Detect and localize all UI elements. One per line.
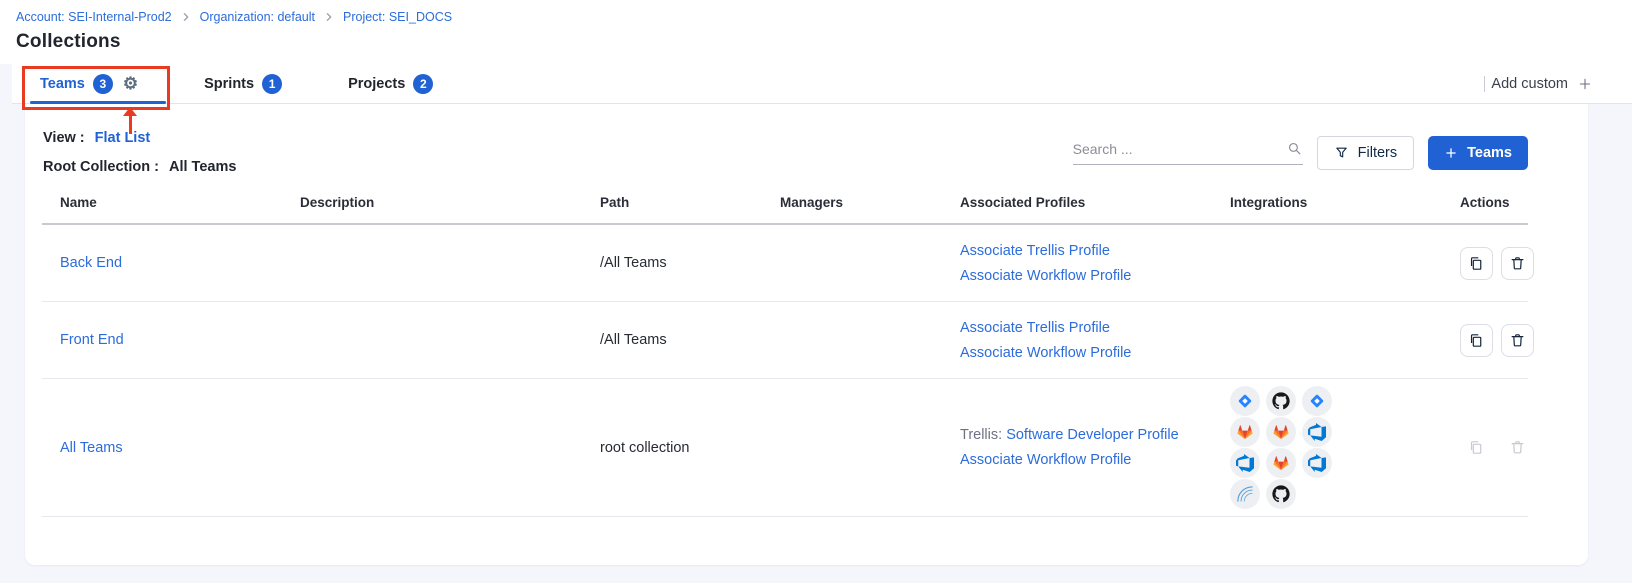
- collection-name-link[interactable]: Front End: [60, 332, 124, 348]
- column-header-description: Description: [282, 195, 582, 210]
- trellis-profile-link[interactable]: Software Developer Profile: [1006, 427, 1178, 443]
- collections-card: View : Flat List Root Collection : All T…: [25, 104, 1588, 565]
- column-header-path: Path: [582, 195, 762, 210]
- trash-icon: [1509, 439, 1526, 456]
- gitlab-icon: [1266, 417, 1296, 447]
- jira-icon: [1302, 386, 1332, 416]
- filters-button[interactable]: Filters: [1317, 136, 1414, 170]
- copy-button[interactable]: [1460, 324, 1493, 357]
- azure-devops-icon: [1302, 448, 1332, 478]
- view-label: View :: [43, 130, 85, 146]
- gitlab-icon: [1230, 417, 1260, 447]
- root-collection-value: All Teams: [169, 159, 236, 175]
- tab-projects-label: Projects: [348, 76, 405, 92]
- jira-icon: [1230, 386, 1260, 416]
- github-icon: [1266, 386, 1296, 416]
- add-custom-button[interactable]: Add custom: [1491, 76, 1592, 92]
- view-mode-link[interactable]: Flat List: [95, 130, 151, 146]
- projects-count-badge: 2: [413, 74, 433, 94]
- actions-cell: [1442, 324, 1534, 357]
- associate-workflow-profile-link[interactable]: Associate Workflow Profile: [960, 345, 1131, 361]
- collection-name-link[interactable]: Back End: [60, 255, 122, 271]
- column-header-name: Name: [42, 195, 282, 210]
- tab-sprints-label: Sprints: [204, 76, 254, 92]
- add-custom-label: Add custom: [1491, 76, 1568, 92]
- delete-button[interactable]: [1501, 247, 1534, 280]
- column-header-actions: Actions: [1442, 195, 1528, 210]
- teams-count-badge: 3: [93, 74, 113, 94]
- copy-icon: [1468, 255, 1485, 272]
- collections-tabbar: Teams 3 ⚙ Sprints 1 Projects 2 Add custo…: [12, 64, 1632, 104]
- search-icon: [1286, 140, 1303, 157]
- funnel-icon: [1334, 145, 1349, 160]
- table-row: All Teams root collection Trellis: Softw…: [42, 379, 1528, 517]
- azure-devops-icon: [1302, 417, 1332, 447]
- delete-button[interactable]: [1501, 324, 1534, 357]
- search-input[interactable]: [1073, 141, 1280, 157]
- toolbar-actions: Filters Teams: [1073, 136, 1528, 170]
- tabbar-divider: [1484, 76, 1485, 92]
- actions-cell: [1442, 431, 1534, 464]
- copy-icon: [1468, 332, 1485, 349]
- sonarqube-icon: [1230, 479, 1260, 509]
- associate-workflow-profile-link[interactable]: Associate Workflow Profile: [960, 452, 1131, 468]
- associate-trellis-profile-link[interactable]: Associate Trellis Profile: [960, 320, 1110, 336]
- path-cell: root collection: [582, 440, 762, 456]
- integrations-cell: [1212, 386, 1442, 509]
- root-collection-label: Root Collection :: [43, 159, 159, 175]
- collections-table: Name Description Path Managers Associate…: [42, 195, 1528, 517]
- delete-button-disabled: [1501, 431, 1534, 464]
- breadcrumb: Account: SEI-Internal-Prod2 Organization…: [16, 10, 1632, 24]
- path-cell: /All Teams: [582, 255, 762, 271]
- trellis-profile-prefix: Trellis:: [960, 427, 1006, 443]
- collection-name-link[interactable]: All Teams: [60, 440, 123, 456]
- plus-icon: [1578, 77, 1592, 91]
- page-header: Account: SEI-Internal-Prod2 Organization…: [0, 0, 1632, 64]
- table-row: Front End /All Teams Associate Trellis P…: [42, 302, 1528, 379]
- sprints-count-badge: 1: [262, 74, 282, 94]
- github-icon: [1266, 479, 1296, 509]
- column-header-associated-profiles: Associated Profiles: [942, 195, 1212, 210]
- trash-icon: [1509, 332, 1526, 349]
- actions-cell: [1442, 247, 1534, 280]
- copy-button[interactable]: [1460, 247, 1493, 280]
- breadcrumb-organization-link[interactable]: Organization: default: [200, 10, 315, 24]
- associate-workflow-profile-link[interactable]: Associate Workflow Profile: [960, 268, 1131, 284]
- chevron-right-icon: [324, 12, 334, 22]
- column-header-managers: Managers: [762, 195, 942, 210]
- associated-profiles-cell: Trellis: Software Developer Profile Asso…: [942, 427, 1212, 468]
- associated-profiles-cell: Associate Trellis Profile Associate Work…: [942, 320, 1212, 361]
- gitlab-icon: [1266, 448, 1296, 478]
- breadcrumb-project-link[interactable]: Project: SEI_DOCS: [343, 10, 452, 24]
- associate-trellis-profile-link[interactable]: Associate Trellis Profile: [960, 243, 1110, 259]
- plus-icon: [1444, 146, 1458, 160]
- associated-profiles-cell: Associate Trellis Profile Associate Work…: [942, 243, 1212, 284]
- trash-icon: [1509, 255, 1526, 272]
- copy-button-disabled: [1460, 431, 1493, 464]
- collections-toolbar: View : Flat List Root Collection : All T…: [25, 104, 1588, 175]
- copy-icon: [1468, 439, 1485, 456]
- page-title: Collections: [16, 31, 1632, 53]
- gear-icon[interactable]: ⚙: [123, 75, 138, 92]
- view-settings: View : Flat List Root Collection : All T…: [43, 130, 236, 175]
- tab-teams-label: Teams: [40, 76, 85, 92]
- filters-button-label: Filters: [1358, 145, 1397, 161]
- tab-sprints[interactable]: Sprints 1: [204, 64, 282, 103]
- search-box: [1073, 140, 1303, 165]
- azure-devops-icon: [1230, 448, 1260, 478]
- add-teams-button-label: Teams: [1467, 145, 1512, 161]
- add-teams-button[interactable]: Teams: [1428, 136, 1528, 170]
- column-header-integrations: Integrations: [1212, 195, 1442, 210]
- active-tab-underline: [30, 101, 166, 104]
- path-cell: /All Teams: [582, 332, 762, 348]
- table-row: Back End /All Teams Associate Trellis Pr…: [42, 225, 1528, 302]
- tab-teams[interactable]: Teams 3 ⚙: [40, 64, 138, 103]
- breadcrumb-account-link[interactable]: Account: SEI-Internal-Prod2: [16, 10, 172, 24]
- chevron-right-icon: [181, 12, 191, 22]
- tab-projects[interactable]: Projects 2: [348, 64, 433, 103]
- table-header-row: Name Description Path Managers Associate…: [42, 195, 1528, 225]
